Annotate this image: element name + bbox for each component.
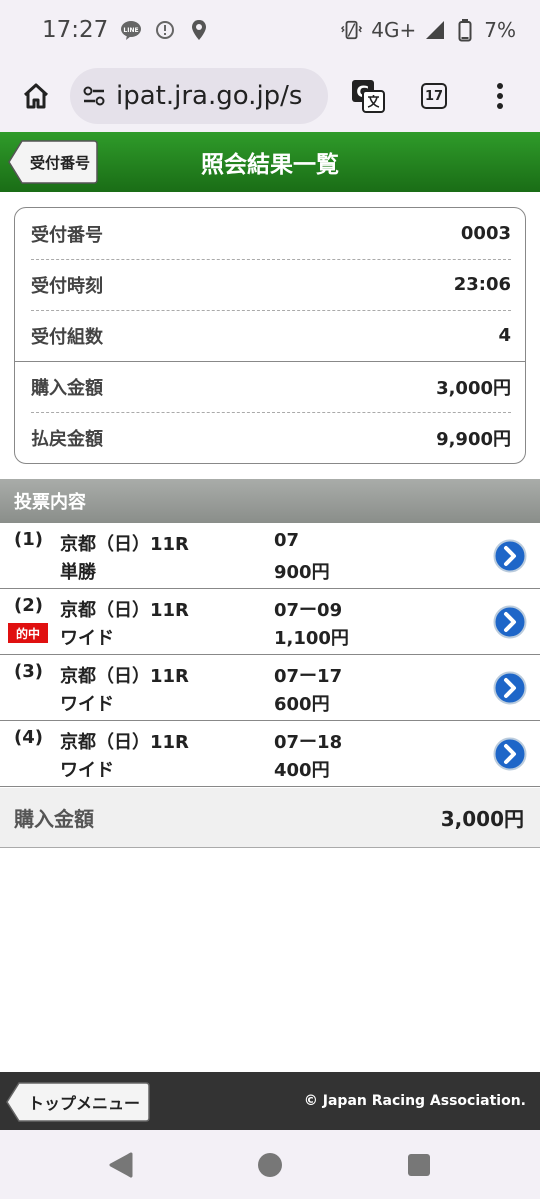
- more-vertical-icon: [497, 83, 503, 109]
- square-recents-icon: [408, 1154, 430, 1176]
- vote-race: 京都（日）11R: [60, 666, 189, 687]
- battery-percent: 7%: [484, 18, 516, 42]
- vote-amount: 600円: [274, 694, 330, 715]
- vote-number: (4): [14, 727, 43, 748]
- location-pin-icon: [188, 19, 210, 41]
- vibrate-icon: [341, 19, 363, 41]
- summary-label: 受付番号: [31, 224, 103, 246]
- summary-row-receipt-number: 受付番号 0003: [31, 208, 511, 259]
- summary-value: 3,000円: [436, 377, 511, 399]
- summary-value: 9,900円: [436, 428, 511, 450]
- summary-value: 0003: [460, 223, 511, 244]
- vote-number: (3): [14, 661, 43, 682]
- tab-count: 17: [421, 83, 447, 109]
- alert-circle-icon: [154, 19, 176, 41]
- total-purchase-row: 購入金額 3,000円: [0, 788, 540, 848]
- summary-label: 購入金額: [31, 377, 103, 399]
- vote-row[interactable]: (3) 京都（日）11R ワイド 07ー17 600円: [0, 655, 540, 721]
- copyright-text: © Japan Racing Association.: [303, 1093, 526, 1109]
- detail-button[interactable]: [493, 737, 527, 771]
- vote-combination: 07ー17: [274, 666, 343, 687]
- vote-race: 京都（日）11R: [60, 732, 189, 753]
- translate-icon: G: [352, 80, 385, 113]
- home-icon: [23, 83, 49, 109]
- back-button[interactable]: 受付番号: [8, 139, 98, 185]
- top-menu-button[interactable]: トップメニュー: [6, 1081, 150, 1123]
- signal-icon: [424, 19, 446, 41]
- total-value: 3,000円: [440, 807, 524, 831]
- chevron-right-circle-icon: [493, 671, 527, 705]
- summary-row-receipt-time: 受付時刻 23:06: [31, 259, 511, 310]
- tabs-button[interactable]: 17: [412, 74, 456, 118]
- vote-bet-type: ワイド: [60, 694, 114, 715]
- vote-race: 京都（日）11R: [60, 600, 189, 621]
- page-footer: トップメニュー © Japan Racing Association.: [0, 1072, 540, 1130]
- chevron-right-circle-icon: [493, 605, 527, 639]
- vote-amount: 1,100円: [274, 628, 349, 649]
- home-button[interactable]: [14, 74, 58, 118]
- detail-button[interactable]: [493, 539, 527, 573]
- detail-button[interactable]: [493, 605, 527, 639]
- status-time: 17:27: [42, 17, 109, 43]
- battery-icon: [454, 19, 476, 42]
- vote-combination: 07: [274, 530, 300, 551]
- hit-badge: 的中: [8, 623, 48, 643]
- nav-home-button[interactable]: [255, 1150, 285, 1180]
- line-app-label: LINE: [124, 27, 139, 34]
- back-button-label: 受付番号: [29, 153, 90, 172]
- summary-row-purchase-amount: 購入金額 3,000円: [31, 361, 511, 412]
- address-bar[interactable]: ipat.jra.go.jp/s: [70, 68, 328, 124]
- vote-amount: 900円: [274, 562, 330, 583]
- summary-row-set-count: 受付組数 4: [31, 310, 511, 361]
- vote-bet-type: 単勝: [60, 562, 96, 583]
- top-menu-label: トップメニュー: [27, 1094, 140, 1113]
- nav-back-button[interactable]: [106, 1150, 136, 1180]
- vote-number: (1): [14, 529, 43, 550]
- chevron-right-circle-icon: [493, 539, 527, 573]
- vote-combination: 07ー09: [274, 600, 343, 621]
- vote-section-header: 投票内容: [0, 479, 540, 523]
- browser-menu-button[interactable]: [478, 74, 522, 118]
- line-app-icon: LINE: [120, 19, 142, 41]
- section-title: 投票内容: [14, 492, 86, 513]
- vote-row[interactable]: (1) 京都（日）11R 単勝 07 900円: [0, 523, 540, 589]
- vote-number: (2): [14, 595, 43, 616]
- summary-label: 受付組数: [31, 326, 103, 348]
- vote-bet-type: ワイド: [60, 760, 114, 781]
- site-settings-icon[interactable]: [82, 85, 106, 107]
- vote-bet-type: ワイド: [60, 628, 114, 649]
- total-label: 購入金額: [14, 807, 94, 831]
- url-text: ipat.jra.go.jp/s: [116, 81, 303, 111]
- circle-home-icon: [258, 1153, 282, 1177]
- vote-row[interactable]: (4) 京都（日）11R ワイド 07ー18 400円: [0, 721, 540, 787]
- chevron-right-circle-icon: [493, 737, 527, 771]
- page-title: 照会結果一覧: [201, 152, 339, 178]
- detail-button[interactable]: [493, 671, 527, 705]
- status-bar: 17:27 LINE 4G+ 7%: [0, 0, 540, 60]
- vote-row[interactable]: (2) 的中 京都（日）11R ワイド 07ー09 1,100円: [0, 589, 540, 655]
- page-header: 受付番号 照会結果一覧: [0, 132, 540, 192]
- summary-value: 23:06: [453, 274, 511, 295]
- summary-row-payout-amount: 払戻金額 9,900円: [31, 412, 511, 463]
- network-label: 4G+: [371, 18, 417, 42]
- triangle-back-icon: [109, 1152, 133, 1178]
- browser-toolbar: ipat.jra.go.jp/s G 17: [0, 60, 540, 132]
- status-right: 4G+ 7%: [341, 18, 516, 42]
- summary-label: 受付時刻: [31, 275, 103, 297]
- vote-race: 京都（日）11R: [60, 534, 189, 555]
- receipt-summary-card: 受付番号 0003 受付時刻 23:06 受付組数 4 購入金額 3,000円 …: [14, 207, 526, 464]
- status-left: 17:27 LINE: [24, 17, 210, 43]
- vote-combination: 07ー18: [274, 732, 343, 753]
- nav-recents-button[interactable]: [404, 1150, 434, 1180]
- summary-label: 払戻金額: [31, 428, 103, 450]
- vote-amount: 400円: [274, 760, 330, 781]
- translate-button[interactable]: G: [346, 74, 390, 118]
- summary-value: 4: [498, 325, 511, 346]
- system-navigation-bar: [0, 1130, 540, 1199]
